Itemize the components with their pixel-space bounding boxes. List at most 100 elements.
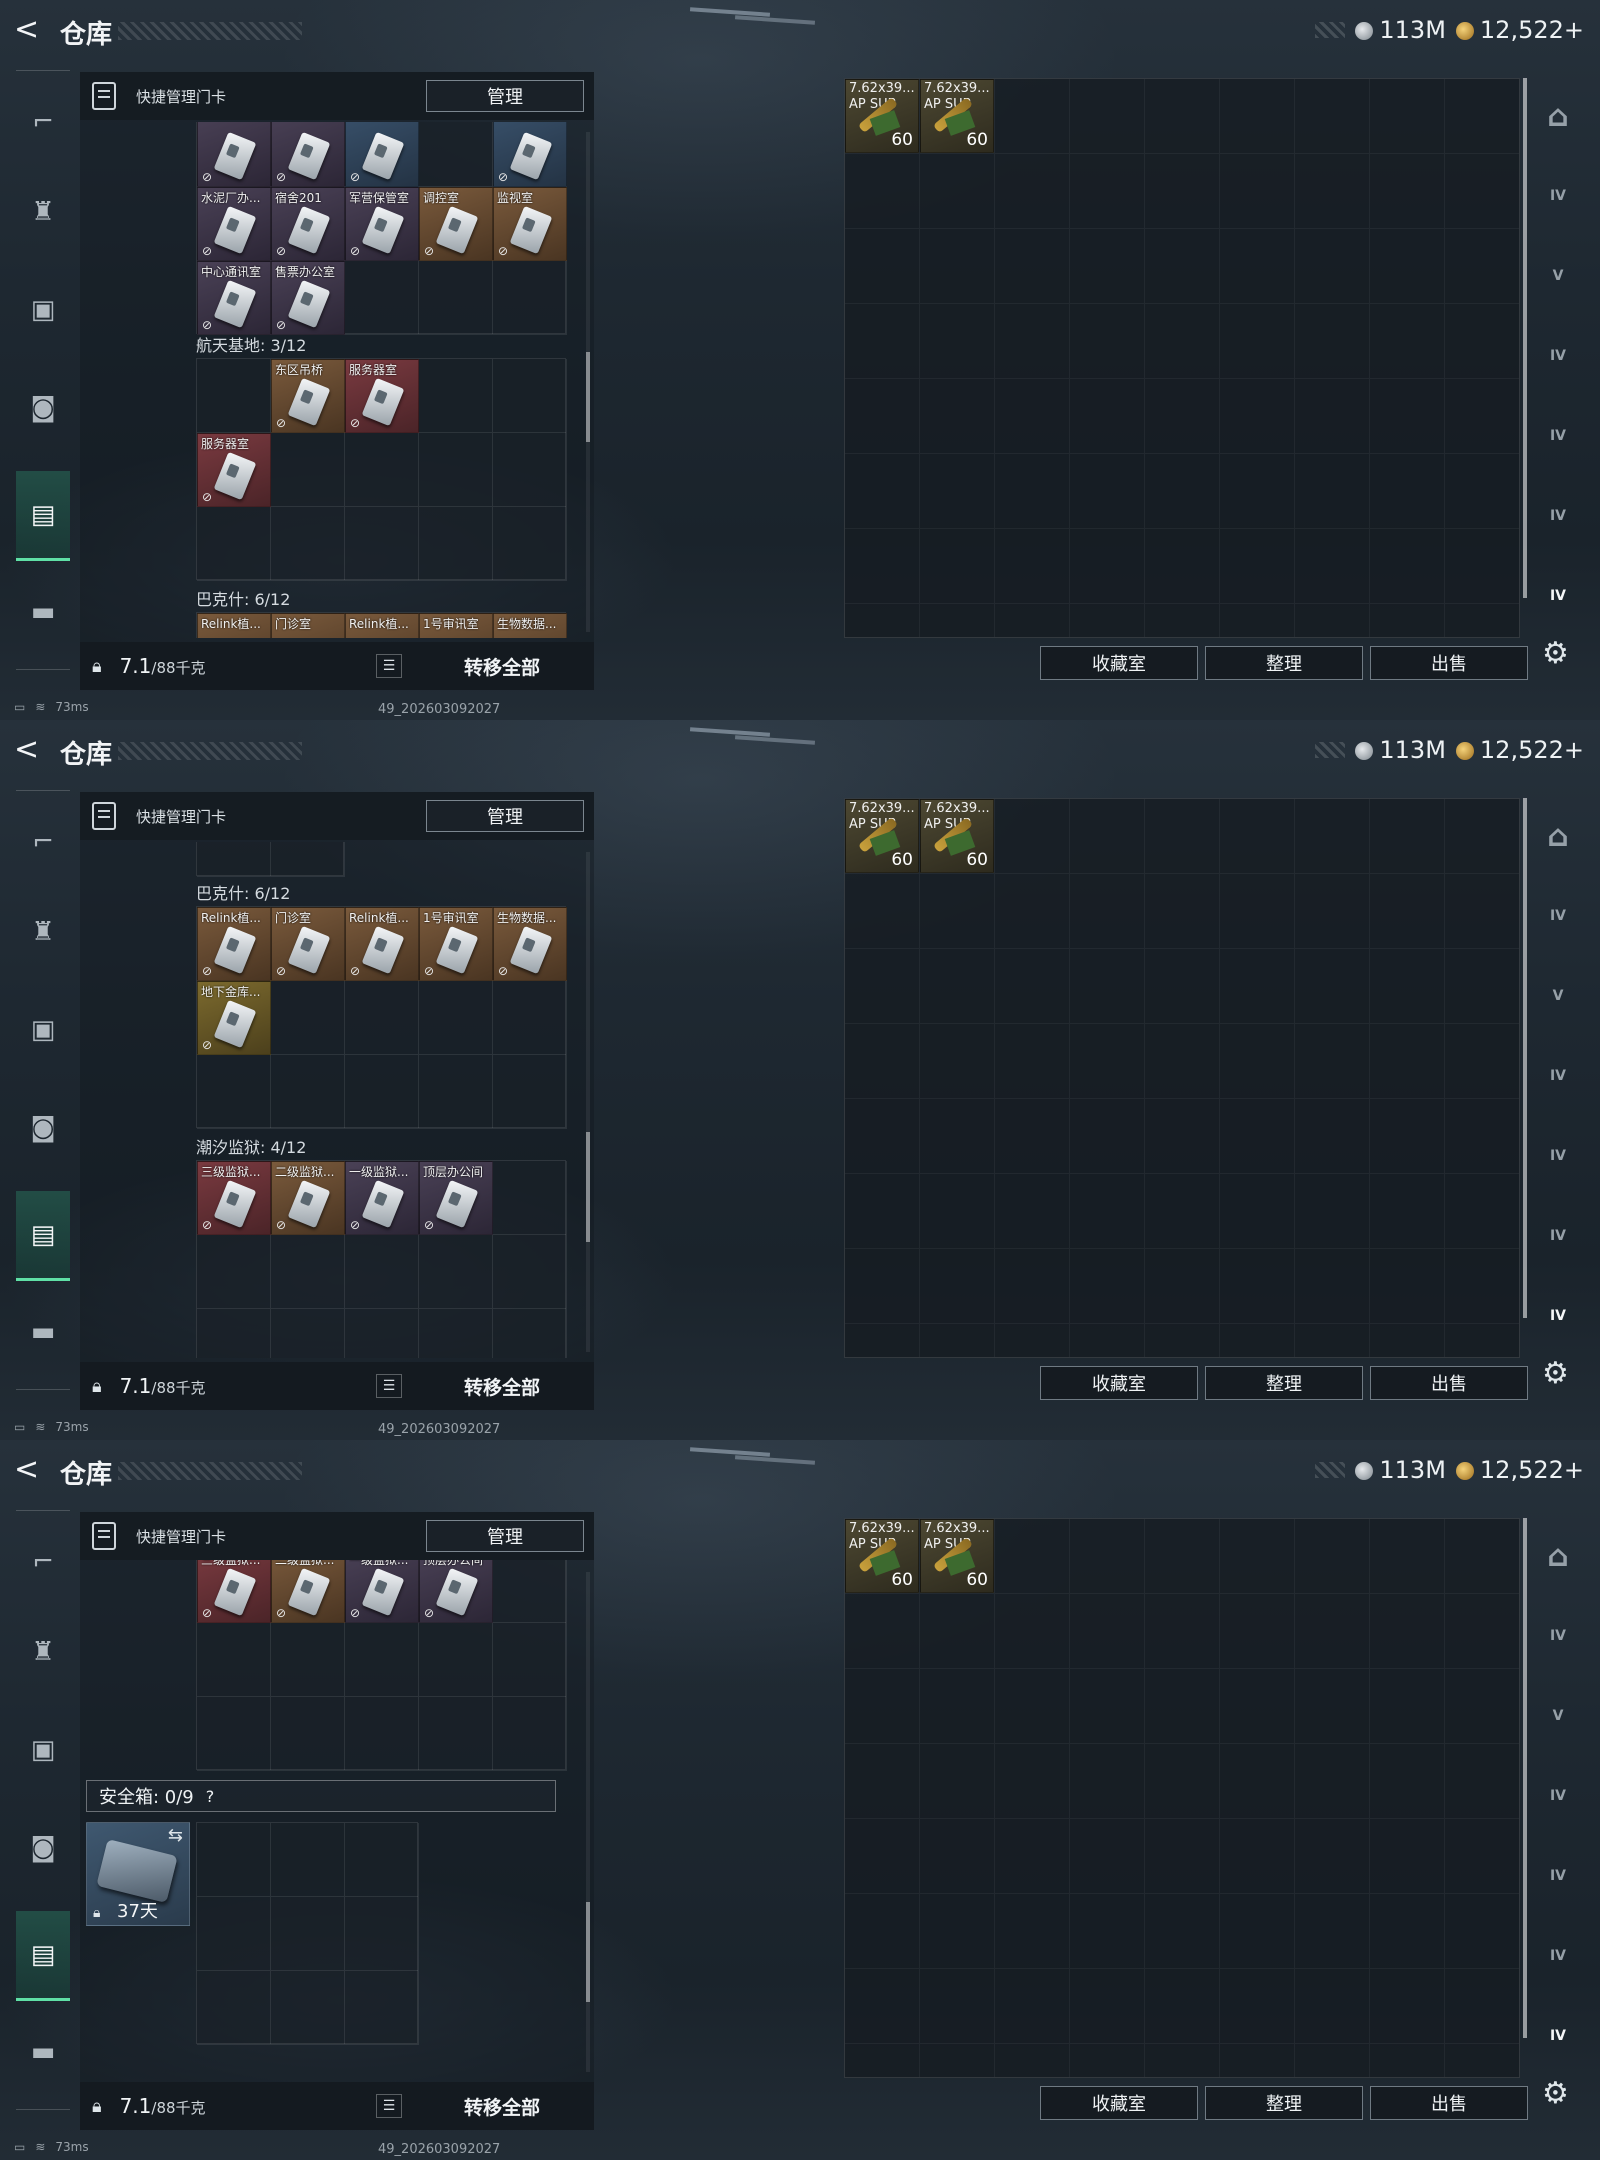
grid-cell[interactable] xyxy=(419,1309,493,1358)
gold-currency[interactable]: 12,522+ xyxy=(1455,736,1584,764)
stash-cell[interactable] xyxy=(995,1249,1070,1324)
ammo-item[interactable]: 7.62x39... AP SUB 60 xyxy=(920,799,994,873)
grid-cell[interactable] xyxy=(197,507,271,581)
stash-cell[interactable] xyxy=(1145,2044,1220,2077)
grid-cell[interactable] xyxy=(197,1971,271,2045)
stash-cell[interactable] xyxy=(920,1174,995,1249)
stash-cell[interactable] xyxy=(995,304,1070,379)
stash-cell[interactable] xyxy=(1445,154,1519,229)
keycard-item[interactable]: 门诊室 xyxy=(271,613,345,638)
stash-cell[interactable] xyxy=(1445,1174,1519,1249)
stash-page-7[interactable]: IV xyxy=(1534,1286,1582,1346)
back-icon[interactable]: < xyxy=(14,14,39,46)
stash-cell[interactable] xyxy=(1445,874,1519,949)
keycard-item[interactable]: 一级监狱... ⊘ xyxy=(345,1161,419,1235)
keycard-item[interactable]: 1号审讯室 xyxy=(419,613,493,638)
keycard-scroll-area[interactable]: 潮汐监狱: 4/12三级监狱...⊘二级监狱...⊘一级监狱...⊘顶层办公间⊘… xyxy=(80,1512,594,2078)
stash-cell[interactable] xyxy=(1220,799,1295,874)
stash-cell[interactable] xyxy=(1295,604,1370,637)
stash-cell[interactable] xyxy=(1445,1099,1519,1174)
stash-page-7[interactable]: IV xyxy=(1534,2006,1582,2066)
keycard-item[interactable]: 二级监狱... ⊘ xyxy=(271,1161,345,1235)
stash-cell[interactable] xyxy=(995,949,1070,1024)
stash-cell[interactable] xyxy=(845,2044,920,2077)
grid-cell[interactable] xyxy=(271,507,345,581)
nav-cases[interactable]: ▬ xyxy=(16,567,70,657)
manage-button[interactable]: 管理 xyxy=(426,800,584,832)
stash-cell[interactable] xyxy=(1070,1174,1145,1249)
grid-cell[interactable] xyxy=(493,1055,567,1129)
stash-cell[interactable] xyxy=(1370,799,1445,874)
keycard-item[interactable]: 服务器室 ⊘ xyxy=(197,433,271,507)
grid-cell[interactable] xyxy=(345,1623,419,1697)
stash-cell[interactable] xyxy=(1070,1099,1145,1174)
stash-cell[interactable] xyxy=(1145,1174,1220,1249)
stash-cell[interactable] xyxy=(995,1819,1070,1894)
stash-cell[interactable] xyxy=(920,1099,995,1174)
stash-cell[interactable] xyxy=(1220,454,1295,529)
stash-cell[interactable] xyxy=(845,1099,920,1174)
stash-cell[interactable] xyxy=(1220,1969,1295,2044)
keycard-item[interactable]: 1号审讯室 ⊘ xyxy=(419,907,493,981)
stash-cell[interactable] xyxy=(1295,1099,1370,1174)
stash-cell[interactable] xyxy=(845,1249,920,1324)
keycard-item[interactable]: 顶层办公间 ⊘ xyxy=(419,1161,493,1235)
manage-button[interactable]: 管理 xyxy=(426,80,584,112)
stash-cell[interactable] xyxy=(1370,1969,1445,2044)
grid-cell[interactable] xyxy=(419,507,493,581)
stash-cell[interactable] xyxy=(1220,1249,1295,1324)
grid-cell[interactable] xyxy=(271,1971,345,2045)
keycard-item[interactable]: 门诊室 ⊘ xyxy=(271,907,345,981)
stash-cell[interactable] xyxy=(1445,1519,1519,1594)
stash-cell[interactable] xyxy=(1145,1099,1220,1174)
stash-cell[interactable] xyxy=(995,1519,1070,1594)
ammo-item[interactable]: 7.62x39... AP SUB 60 xyxy=(845,79,919,153)
grid-cell[interactable] xyxy=(271,1623,345,1697)
grid-cell[interactable] xyxy=(419,1235,493,1309)
stash-cell[interactable] xyxy=(845,454,920,529)
stash-cell[interactable] xyxy=(995,799,1070,874)
stash-cell[interactable] xyxy=(845,949,920,1024)
stash-cell[interactable] xyxy=(1295,1969,1370,2044)
stash-page-2[interactable]: IV xyxy=(1534,886,1582,946)
stash-grid[interactable]: 7.62x39... AP SUB 60 7.62x39... AP SUB 60 xyxy=(844,1518,1520,2078)
stash-cell[interactable] xyxy=(1445,1969,1519,2044)
stash-cell[interactable] xyxy=(1295,1324,1370,1357)
silver-currency[interactable]: 113M xyxy=(1355,1456,1446,1484)
settings-gear-icon[interactable]: ⚙ xyxy=(1542,636,1569,671)
grid-cell[interactable] xyxy=(345,1055,419,1129)
nav-helmet[interactable]: ◙ xyxy=(16,363,70,453)
stash-cell[interactable] xyxy=(1145,1744,1220,1819)
stash-cell[interactable] xyxy=(1145,304,1220,379)
stash-cell[interactable] xyxy=(1220,79,1295,154)
grid-cell[interactable] xyxy=(197,1697,271,1771)
lock-icon[interactable]: 🔒︎ xyxy=(92,1376,102,1397)
stash-cell[interactable] xyxy=(1070,304,1145,379)
list-icon[interactable]: ☰ xyxy=(376,654,402,678)
keycard-item[interactable]: 中心通讯室 ⊘ xyxy=(197,261,271,335)
keycard-item[interactable]: 一级监狱... ⊘ xyxy=(345,1549,419,1623)
keycard-item[interactable]: 售票办公室 ⊘ xyxy=(271,261,345,335)
stash-cell[interactable] xyxy=(845,154,920,229)
stash-cell[interactable] xyxy=(1145,874,1220,949)
stash-cell[interactable] xyxy=(1370,154,1445,229)
stash-cell[interactable] xyxy=(920,1324,995,1357)
stash-cell[interactable] xyxy=(995,379,1070,454)
stash-cell[interactable] xyxy=(920,1969,995,2044)
stash-cell[interactable] xyxy=(1295,304,1370,379)
grid-cell[interactable] xyxy=(493,981,567,1055)
stash-cell[interactable] xyxy=(1070,1519,1145,1594)
grid-cell[interactable] xyxy=(271,1897,345,1971)
stash-cell[interactable] xyxy=(1070,454,1145,529)
stash-cell[interactable] xyxy=(1070,379,1145,454)
keycard-scroll-area[interactable]: ⊘ ⊘ ⊘ ⊘ 水泥厂办... ⊘ 宿舍201 ⊘ 军营保管室 ⊘ 调控室 ⊘ 监视室 ⊘ 中心通讯室 ⊘ 售票… xyxy=(80,122,594,638)
stash-cell[interactable] xyxy=(995,454,1070,529)
stash-cell[interactable] xyxy=(845,1174,920,1249)
grid-cell[interactable] xyxy=(345,1309,419,1358)
grid-cell[interactable] xyxy=(493,433,567,507)
grid-cell[interactable] xyxy=(419,261,493,335)
stash-cell[interactable] xyxy=(845,1744,920,1819)
stash-page-3[interactable]: V xyxy=(1534,1686,1582,1746)
keycard-item[interactable]: 三级监狱... ⊘ xyxy=(197,1549,271,1623)
grid-cell[interactable] xyxy=(197,1309,271,1358)
